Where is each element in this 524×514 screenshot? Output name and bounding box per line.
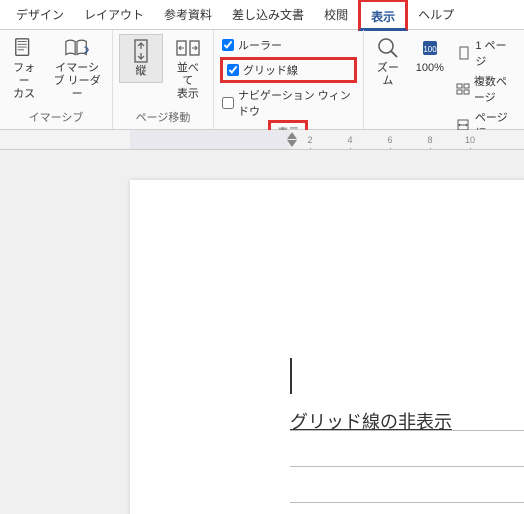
group-show: ルーラー グリッド線 ナビゲーション ウィンドウ 表示: [214, 30, 364, 129]
reader-label: イマーシ ブ リーダー: [52, 62, 102, 102]
hundred-icon: 100: [416, 36, 444, 60]
focus-mode-button[interactable]: フォー カス: [6, 34, 42, 104]
side-by-side-button[interactable]: 並べて 表示: [169, 34, 207, 104]
document-text[interactable]: グリッド線の非表示: [290, 408, 452, 434]
multi-page-label: 複数ページ: [474, 73, 516, 105]
gridlines-checkbox[interactable]: グリッド線: [220, 57, 357, 83]
tab-layout[interactable]: レイアウト: [74, 0, 154, 29]
side-by-side-icon: [174, 36, 202, 60]
navpane-checkbox-input[interactable]: [222, 97, 234, 109]
svg-text:100: 100: [423, 45, 437, 54]
immersive-reader-button[interactable]: イマーシ ブ リーダー: [48, 34, 106, 104]
multi-page-button[interactable]: 複数ページ: [454, 72, 518, 106]
ruler-tick: 6: [370, 135, 410, 145]
ruler-margin: [130, 130, 290, 149]
one-page-icon: [456, 45, 472, 61]
tab-design[interactable]: デザイン: [6, 0, 74, 29]
gridline: [290, 431, 524, 467]
navpane-checkbox[interactable]: ナビゲーション ウィンドウ: [220, 86, 357, 120]
multi-page-icon: [456, 81, 470, 97]
reader-icon: [63, 36, 91, 60]
ribbon: フォー カス イマーシ ブ リーダー イマーシブ 縦: [0, 30, 524, 130]
zoom-label: ズーム: [374, 62, 402, 88]
group-page-move-label: ページ移動: [136, 107, 191, 127]
vertical-page-button[interactable]: 縦: [119, 34, 163, 83]
group-page-move: 縦 並べて 表示 ページ移動: [113, 30, 214, 129]
focus-icon: [10, 36, 38, 60]
ribbon-tab-bar: デザイン レイアウト 参考資料 差し込み文書 校閲 表示 ヘルプ: [0, 0, 524, 30]
document-area: グリッド線の非表示: [0, 150, 524, 514]
group-immersive: フォー カス イマーシ ブ リーダー イマーシブ: [0, 30, 113, 129]
one-page-label: 1 ページ: [475, 37, 516, 69]
navpane-checkbox-label: ナビゲーション ウィンドウ: [238, 87, 355, 119]
page[interactable]: グリッド線の非表示: [130, 180, 524, 514]
ruler-checkbox[interactable]: ルーラー: [220, 36, 357, 54]
gridlines-checkbox-input[interactable]: [227, 64, 239, 76]
tab-review[interactable]: 校閲: [314, 0, 358, 29]
zoom-button[interactable]: ズーム: [370, 34, 406, 90]
ruler-tick: 10: [450, 135, 490, 145]
focus-label: フォー カス: [10, 62, 38, 102]
side-by-side-label: 並べて 表示: [173, 62, 203, 102]
zoom-icon: [374, 36, 402, 60]
one-page-button[interactable]: 1 ページ: [454, 36, 518, 70]
hundred-percent-button[interactable]: 100 100%: [412, 34, 448, 77]
vertical-icon: [127, 39, 155, 63]
gridlines-checkbox-label: グリッド線: [243, 62, 298, 78]
tab-references[interactable]: 参考資料: [154, 0, 222, 29]
ruler-tick: 8: [410, 135, 450, 145]
ruler-checkbox-input[interactable]: [222, 39, 234, 51]
tab-help[interactable]: ヘルプ: [408, 0, 464, 29]
vertical-label: 縦: [135, 65, 146, 78]
group-zoom: ズーム 100 100% 1 ページ: [364, 30, 524, 129]
gridline: [290, 503, 524, 514]
tab-mailings[interactable]: 差し込み文書: [222, 0, 314, 29]
tab-view[interactable]: 表示: [358, 0, 408, 31]
text-cursor: [290, 358, 292, 394]
ruler-checkbox-label: ルーラー: [238, 37, 282, 53]
hundred-label: 100%: [416, 62, 444, 75]
ruler-tick: 4: [330, 135, 370, 145]
gridline: [290, 467, 524, 503]
ruler-tick: 2: [290, 135, 330, 145]
group-immersive-label: イマーシブ: [29, 107, 84, 127]
horizontal-ruler[interactable]: 2 4 6 8 10: [0, 130, 524, 150]
